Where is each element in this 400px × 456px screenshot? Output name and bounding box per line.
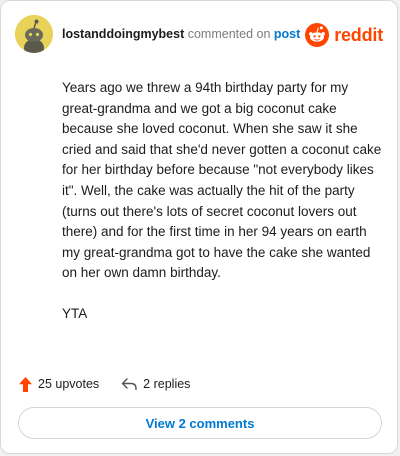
user-avatar[interactable] — [15, 15, 53, 53]
comment-actions: 25 upvotes 2 replies — [19, 374, 190, 394]
action-text: commented on — [187, 27, 271, 41]
snoo-avatar-icon — [15, 15, 53, 53]
view-comments-button[interactable]: View 2 comments — [18, 407, 382, 439]
upvote-count: 25 upvotes — [38, 377, 100, 391]
replies-count: 2 replies — [143, 377, 191, 391]
reply-icon — [121, 378, 137, 391]
reddit-wordmark: reddit — [334, 24, 383, 45]
comment-meta: lostanddoingmybest commented on post — [62, 27, 300, 41]
upvote-arrow-icon — [19, 376, 32, 392]
comment-header: lostanddoingmybest commented on post red… — [15, 15, 383, 53]
upvote-button[interactable]: 25 upvotes — [19, 376, 100, 392]
username-link[interactable]: lostanddoingmybest — [62, 27, 184, 41]
post-link[interactable]: post — [274, 27, 300, 41]
comment-card: lostanddoingmybest commented on post red… — [0, 0, 398, 454]
replies-button[interactable]: 2 replies — [121, 377, 190, 391]
reddit-brand[interactable]: reddit — [305, 23, 383, 47]
comment-paragraph: YTA — [62, 305, 88, 321]
reddit-logo-icon — [305, 23, 330, 47]
comment-paragraph: Years ago we threw a 94th birthday party… — [62, 80, 382, 281]
comment-body: Years ago we threw a 94th birthday party… — [62, 78, 382, 345]
